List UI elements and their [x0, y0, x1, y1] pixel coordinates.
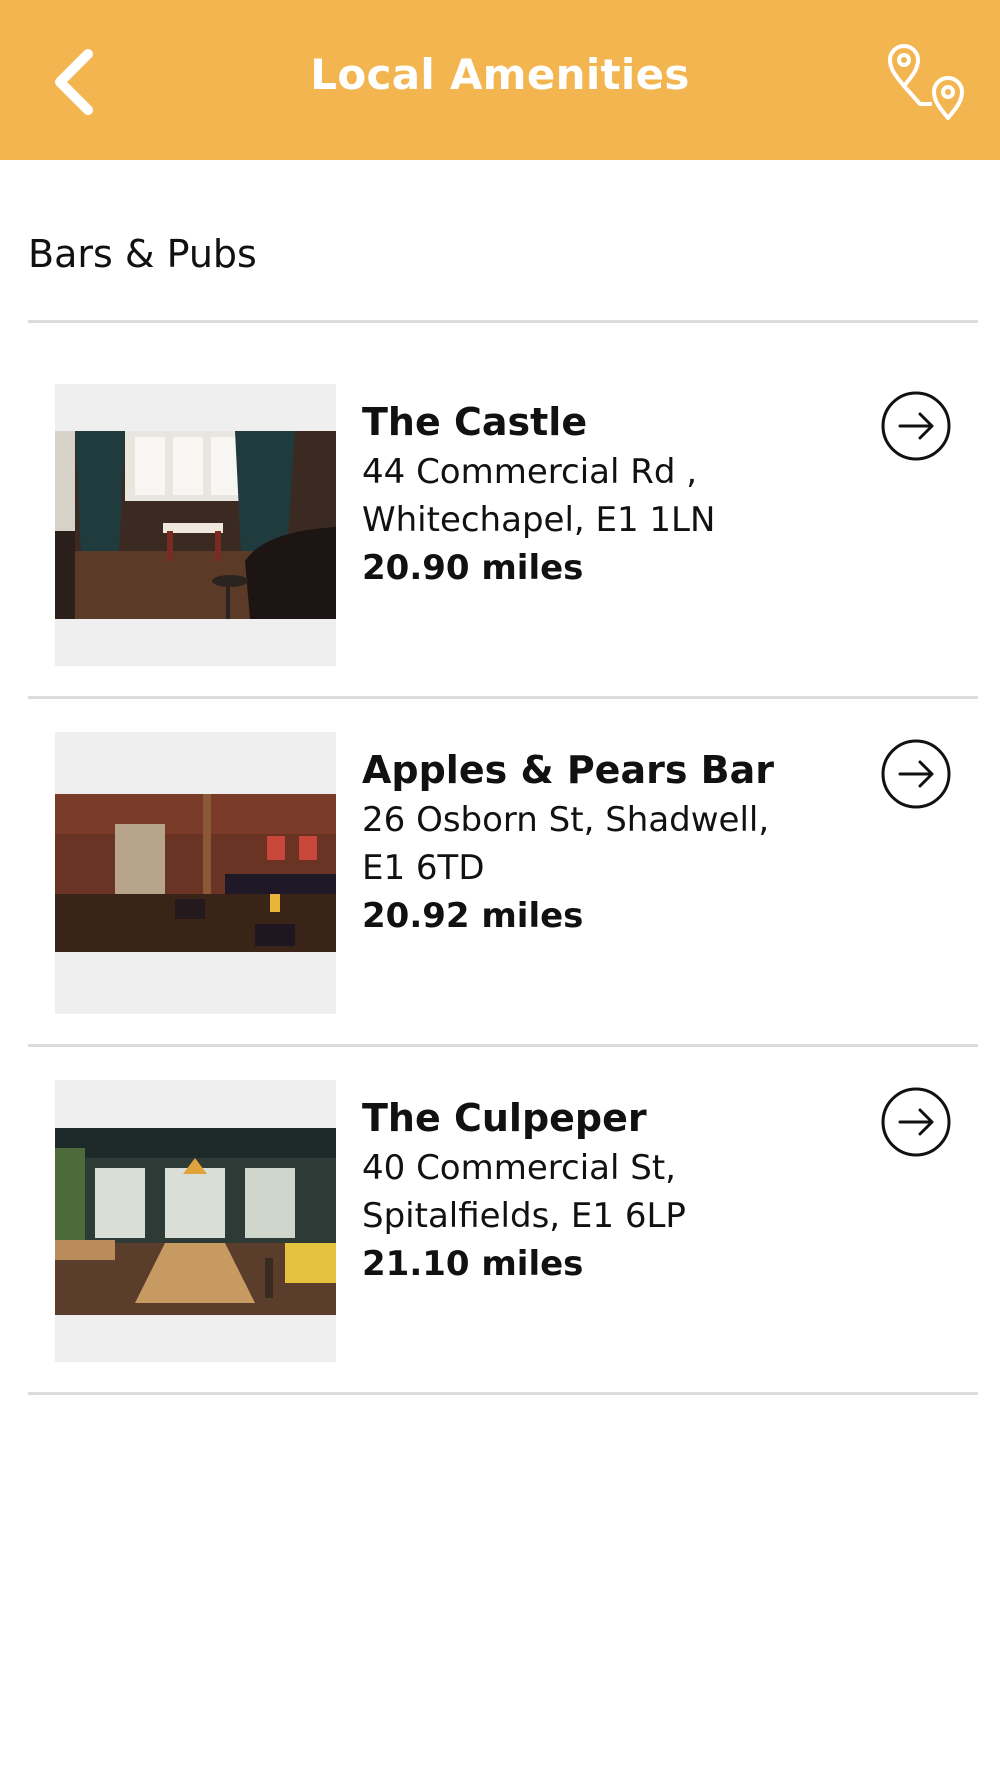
list-item-apples-pears-bar[interactable]: Apples & Pears Bar 26 Osborn St, Shadwel… — [28, 732, 978, 1080]
venue-name: The Culpeper — [362, 1096, 647, 1140]
divider — [28, 696, 978, 699]
arrow-right-circle-icon[interactable] — [880, 390, 952, 462]
thumbnail-frame — [55, 732, 336, 1014]
thumbnail-frame — [55, 384, 336, 666]
section-title: Bars & Pubs — [28, 232, 257, 276]
divider — [28, 1044, 978, 1047]
venue-address: 26 Osborn St, Shadwell, E1 6TD 20.92 mil… — [362, 796, 822, 940]
pub-interior-photo — [55, 1127, 336, 1315]
venue-address: 44 Commercial Rd , Whitechapel, E1 1LN 2… — [362, 448, 822, 592]
distance-label: 20.92 miles — [362, 896, 584, 936]
venue-address: 40 Commercial St, Spitalfields, E1 6LP 2… — [362, 1144, 822, 1288]
address-text: 26 Osborn St, Shadwell, E1 6TD — [362, 800, 770, 888]
arrow-right-circle-icon[interactable] — [880, 1086, 952, 1158]
thumbnail-frame — [55, 1080, 336, 1362]
pub-interior-photo — [55, 431, 336, 619]
page-title: Local Amenities — [310, 50, 690, 99]
address-text: 40 Commercial St, Spitalfields, E1 6LP — [362, 1148, 686, 1236]
map-view-button[interactable] — [886, 40, 984, 124]
list-item-the-castle[interactable]: The Castle 44 Commercial Rd , Whitechape… — [28, 384, 978, 732]
list-item-the-culpeper[interactable]: The Culpeper 40 Commercial St, Spitalfie… — [28, 1080, 978, 1428]
address-text: 44 Commercial Rd , Whitechapel, E1 1LN — [362, 452, 716, 540]
divider — [28, 320, 978, 323]
map-route-pins-icon — [888, 44, 964, 120]
venue-name: The Castle — [362, 400, 588, 444]
app-header: Local Amenities — [0, 0, 1000, 160]
arrow-right-circle-icon[interactable] — [880, 738, 952, 810]
distance-label: 21.10 miles — [362, 1244, 584, 1284]
distance-label: 20.90 miles — [362, 548, 584, 588]
bar-interior-photo — [55, 794, 336, 952]
venue-name: Apples & Pears Bar — [362, 748, 775, 792]
divider — [28, 1392, 978, 1395]
